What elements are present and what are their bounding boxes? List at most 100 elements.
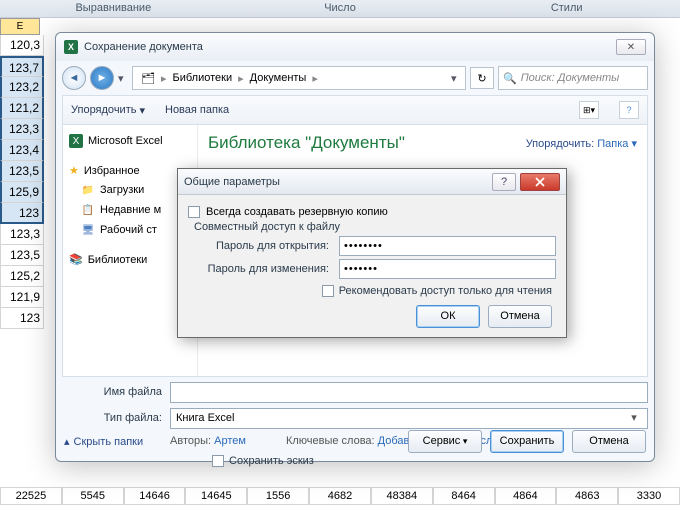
close-button[interactable]: ✕ (616, 39, 646, 55)
nav-history-dropdown[interactable]: ▾ (118, 72, 128, 85)
password-open-row: Пароль для открытия: (188, 236, 556, 256)
tools-button[interactable]: Сервис (408, 430, 482, 453)
sidebar-item-downloads[interactable]: 📁 Загрузки (67, 180, 193, 200)
chevron-right-icon: ▸ (238, 72, 244, 85)
help-button[interactable]: ? (619, 101, 639, 119)
readonly-checkbox[interactable] (322, 285, 334, 297)
sidebar-item-excel[interactable]: X Microsoft Excel (67, 131, 193, 151)
thumbnail-checkbox[interactable] (212, 455, 224, 467)
sidebar-libraries[interactable]: 📚Библиотеки (67, 248, 193, 269)
breadcrumb-documents[interactable]: Документы (246, 72, 311, 84)
params-ok-button[interactable]: ОК (416, 305, 480, 328)
filename-label: Имя файла (62, 386, 170, 398)
readonly-row: Рекомендовать доступ только для чтения (188, 285, 556, 297)
arrange-value[interactable]: Папка ▾ (597, 138, 637, 150)
sidebar-item-label: Microsoft Excel (88, 135, 163, 147)
search-icon: 🔍 (503, 72, 517, 85)
nav-bar: ◄ ► ▾ 🗂 ▸ Библиотеки ▸ Документы ▸ ▾ ↻ 🔍… (62, 63, 648, 93)
column-header-e[interactable]: E (0, 18, 40, 35)
refresh-button[interactable]: ↻ (470, 67, 494, 89)
filetype-select[interactable]: Книга Excel▾ (170, 408, 648, 429)
backup-label: Всегда создавать резервную копию (206, 206, 388, 218)
sidebar-item-desktop[interactable]: 🖥 Рабочий ст (67, 220, 193, 240)
sidebar-item-recent[interactable]: 📋Недавние м (67, 200, 193, 220)
cancel-button[interactable]: Отмена (572, 430, 646, 453)
cell[interactable]: 121,9 (0, 287, 44, 308)
cell[interactable]: 123,5 (0, 245, 44, 266)
cell[interactable]: 120,3 (0, 35, 44, 56)
chevron-up-icon: ▴ (64, 435, 70, 448)
params-cancel-button[interactable]: Отмена (488, 305, 552, 328)
cell[interactable]: 123,5 (0, 161, 44, 182)
view-mode-button[interactable]: ⊞▾ (579, 101, 599, 119)
params-titlebar[interactable]: Общие параметры ? (178, 169, 566, 195)
cell[interactable]: 123,4 (0, 140, 44, 161)
nav-forward-button[interactable]: ► (90, 66, 114, 90)
chevron-down-icon: ▾ (139, 104, 145, 117)
params-footer: ОК Отмена (188, 305, 556, 328)
params-close-button[interactable] (520, 173, 560, 191)
cell[interactable]: 123,2 (0, 77, 44, 98)
arrange-by: Упорядочить: Папка ▾ (526, 137, 637, 150)
dialog-footer: ▴ Скрыть папки Сервис Сохранить Отмена (64, 430, 646, 453)
breadcrumb-root-icon[interactable]: 🗂 (137, 72, 159, 85)
filename-input[interactable] (170, 382, 648, 403)
excel-app-icon: X (64, 40, 78, 54)
params-title: Общие параметры (184, 176, 492, 188)
save-dialog-title: Сохранение документа (84, 41, 616, 53)
chevron-right-icon: ▸ (312, 72, 318, 85)
filetype-row: Тип файла: Книга Excel▾ (62, 407, 648, 429)
cell[interactable]: 125,9 (0, 182, 44, 203)
password-modify-input[interactable] (339, 259, 556, 279)
sidebar-item-label: Рабочий ст (100, 224, 157, 236)
cell[interactable]: 1556 (247, 487, 309, 505)
filetype-value: Книга Excel (176, 409, 626, 428)
cell[interactable]: 4682 (309, 487, 371, 505)
breadcrumb-dropdown[interactable]: ▾ (451, 72, 461, 85)
cell[interactable]: 5545 (62, 487, 124, 505)
cell[interactable]: 123,3 (0, 119, 44, 140)
password-modify-label: Пароль для изменения: (188, 263, 333, 275)
breadcrumb-libraries[interactable]: Библиотеки (169, 72, 237, 84)
cell[interactable]: 123,7 (0, 56, 44, 77)
file-sharing-label: Совместный доступ к файлу (188, 221, 556, 233)
params-help-button[interactable]: ? (492, 173, 516, 191)
cell[interactable]: 123 (0, 203, 44, 224)
new-folder-button[interactable]: Новая папка (165, 104, 229, 116)
cell[interactable]: 8464 (433, 487, 495, 505)
organize-button[interactable]: Упорядочить ▾ (71, 104, 145, 117)
thumbnail-row: Сохранить эскиз (62, 455, 648, 467)
desktop-icon: 🖥 (81, 223, 95, 237)
password-open-input[interactable] (339, 236, 556, 256)
sidebar-favorites[interactable]: ★Избранное (67, 159, 193, 180)
arrange-label: Упорядочить: (526, 138, 595, 150)
backup-checkbox[interactable] (188, 206, 200, 218)
cell[interactable]: 14646 (124, 487, 186, 505)
cell[interactable]: 3330 (618, 487, 680, 505)
cell[interactable]: 14645 (185, 487, 247, 505)
ribbon-group-align: Выравнивание (0, 0, 227, 17)
cell[interactable]: 22525 (0, 487, 62, 505)
sidebar-item-label: Загрузки (100, 184, 144, 196)
hide-folders-toggle[interactable]: ▴ Скрыть папки (64, 435, 143, 448)
thumbnail-label: Сохранить эскиз (229, 455, 314, 467)
folder-icon: 📁 (81, 183, 95, 197)
cell[interactable]: 4864 (495, 487, 557, 505)
cell[interactable]: 125,2 (0, 266, 44, 287)
save-dialog-titlebar[interactable]: X Сохранение документа ✕ (56, 33, 654, 61)
toolbar: Упорядочить ▾ Новая папка ⊞▾ ? (62, 95, 648, 125)
search-input[interactable]: 🔍 Поиск: Документы (498, 66, 648, 90)
cell[interactable]: 4863 (556, 487, 618, 505)
ribbon-group-number: Число (227, 0, 454, 17)
breadcrumb[interactable]: 🗂 ▸ Библиотеки ▸ Документы ▸ ▾ (132, 66, 466, 90)
recent-icon: 📋 (81, 203, 95, 217)
excel-icon: X (69, 134, 83, 148)
cell[interactable]: 123,3 (0, 224, 44, 245)
nav-back-button[interactable]: ◄ (62, 66, 86, 90)
hide-folders-label: Скрыть папки (74, 436, 144, 448)
cell[interactable]: 123 (0, 308, 44, 329)
cell[interactable]: 121,2 (0, 98, 44, 119)
save-button[interactable]: Сохранить (490, 430, 564, 453)
backup-row: Всегда создавать резервную копию (188, 206, 556, 218)
cell[interactable]: 48384 (371, 487, 433, 505)
